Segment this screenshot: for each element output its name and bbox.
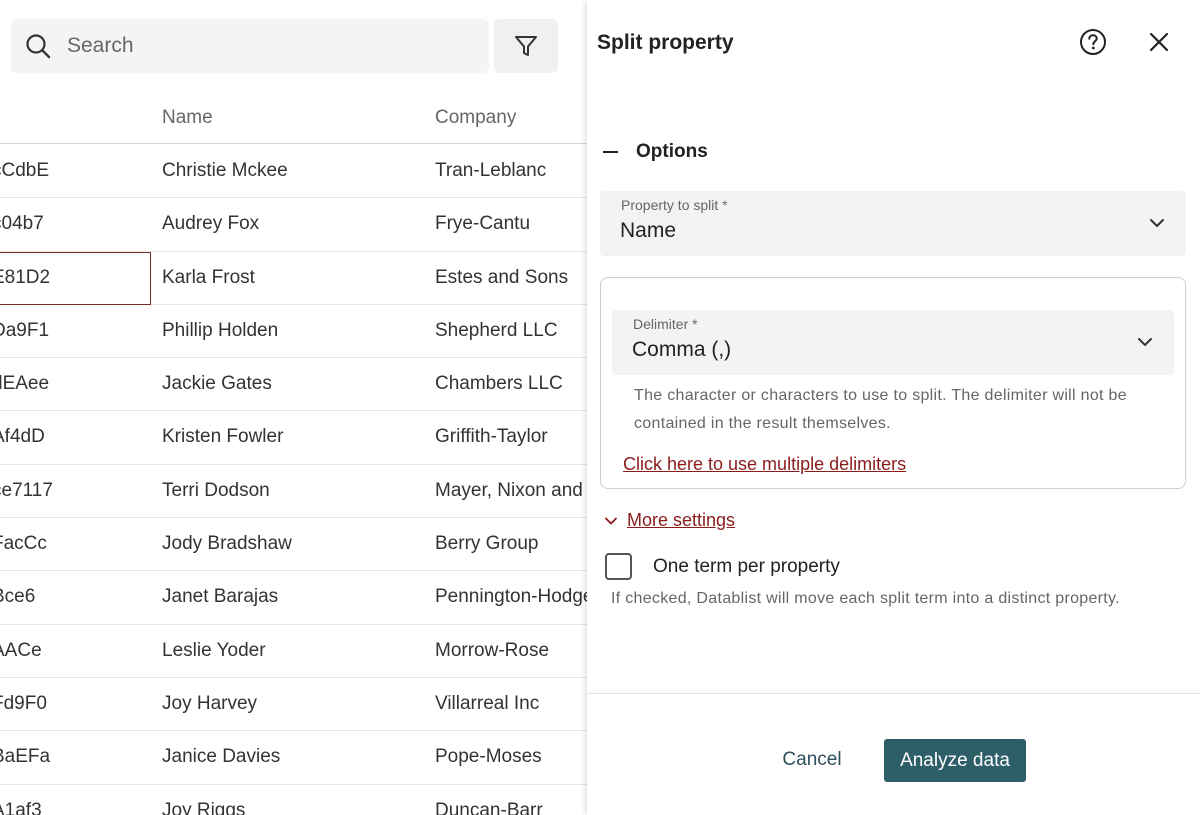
panel-title: Split property	[597, 31, 734, 54]
column-header-name[interactable]: Name	[162, 107, 213, 129]
cell-name[interactable]: Joy Riggs	[162, 800, 245, 815]
cell-id[interactable]: BaEFa	[0, 746, 150, 768]
cell-company[interactable]: Shepherd LLC	[435, 320, 558, 342]
cell-name[interactable]: Janice Davies	[162, 746, 280, 768]
cell-company[interactable]: Griffith-Taylor	[435, 426, 548, 448]
cell-id[interactable]: Af4dD	[0, 426, 150, 448]
cell-id[interactable]: FacCc	[0, 533, 150, 555]
cell-id[interactable]: Bce6	[0, 586, 150, 608]
one-term-checkbox[interactable]	[605, 553, 632, 580]
cell-name[interactable]: Jackie Gates	[162, 373, 272, 395]
cell-id[interactable]: E81D2	[0, 267, 150, 289]
cell-name[interactable]: Kristen Fowler	[162, 426, 283, 448]
cell-name[interactable]: Audrey Fox	[162, 213, 259, 235]
cell-name[interactable]: Joy Harvey	[162, 693, 257, 715]
table-row[interactable]: ce7117 Terri Dodson Mayer, Nixon and	[0, 465, 588, 519]
close-icon[interactable]	[1147, 30, 1171, 54]
chevron-down-icon	[1138, 338, 1152, 346]
delimiter-group: Delimiter * Comma (,) The character or c…	[600, 277, 1186, 489]
property-to-split-select[interactable]: Property to split * Name	[600, 191, 1186, 256]
cell-company[interactable]: Morrow-Rose	[435, 640, 549, 662]
delimiter-select-value: Comma (,)	[632, 338, 732, 361]
split-property-panel: Split property Options Property to split…	[587, 0, 1200, 815]
help-icon[interactable]	[1078, 27, 1108, 57]
table-body: cCdbE Christie Mckee Tran-Leblanc c04b7 Audr…	[0, 145, 588, 815]
delimiter-help-text: The character or characters to use to sp…	[634, 387, 1127, 432]
cell-name[interactable]: Phillip Holden	[162, 320, 278, 342]
table-row[interactable]: Da9F1 Phillip Holden Shepherd LLC	[0, 305, 588, 359]
table-row[interactable]: c04b7 Audrey Fox Frye-Cantu	[0, 198, 588, 252]
table-row[interactable]: FacCc Jody Bradshaw Berry Group	[0, 518, 588, 572]
cell-name[interactable]: Jody Bradshaw	[162, 533, 292, 555]
property-select-value: Name	[620, 219, 677, 242]
cell-id[interactable]: Da9F1	[0, 320, 150, 342]
delimiter-select-label: Delimiter *	[633, 316, 698, 332]
more-settings-toggle[interactable]: More settings	[604, 510, 735, 531]
table-header: Name Company	[0, 92, 588, 144]
table-row[interactable]: cCdbE Christie Mckee Tran-Leblanc	[0, 145, 588, 199]
cell-name[interactable]: Leslie Yoder	[162, 640, 266, 662]
table-row[interactable]: Fd9F0 Joy Harvey Villarreal Inc	[0, 678, 588, 732]
property-select-label: Property to split *	[621, 197, 728, 213]
table-row[interactable]: Bce6 Janet Barajas Pennington-Hodge	[0, 571, 588, 625]
chevron-down-icon	[1150, 219, 1164, 227]
filter-icon	[515, 36, 537, 56]
cell-id[interactable]: Fd9F0	[0, 693, 150, 715]
one-term-help-text: If checked, Datablist will move each spl…	[611, 590, 1120, 607]
cell-id[interactable]: ce7117	[0, 480, 150, 502]
table-row[interactable]: A1af3 Joy Riggs Duncan-Barr	[0, 785, 588, 815]
column-header-company[interactable]: Company	[435, 107, 516, 129]
cell-company[interactable]: Mayer, Nixon and	[435, 480, 583, 502]
panel-footer: Cancel Analyze data	[587, 693, 1200, 815]
cell-company[interactable]: Pennington-Hodge	[435, 586, 588, 608]
cell-name[interactable]: Terri Dodson	[162, 480, 270, 502]
app: Name Company cCdbE Christie Mckee Tran-Leb…	[0, 0, 1200, 815]
cell-company[interactable]: Frye-Cantu	[435, 213, 530, 235]
search-bar[interactable]	[11, 19, 489, 73]
cell-id[interactable]: A1af3	[0, 800, 150, 815]
cell-id[interactable]: c04b7	[0, 213, 150, 235]
one-term-label: One term per property	[653, 555, 840, 577]
more-settings-label: More settings	[627, 510, 736, 530]
cell-company[interactable]: Berry Group	[435, 533, 538, 555]
cell-company[interactable]: Tran-Leblanc	[435, 160, 546, 182]
cell-company[interactable]: Pope-Moses	[435, 746, 542, 768]
collapse-icon	[603, 151, 618, 153]
cell-company[interactable]: Villarreal Inc	[435, 693, 539, 715]
one-term-per-property-option[interactable]: One term per property	[605, 553, 840, 580]
cell-company[interactable]: Chambers LLC	[435, 373, 563, 395]
cell-name[interactable]: Karla Frost	[162, 267, 255, 289]
table-row[interactable]: dEAee Jackie Gates Chambers LLC	[0, 358, 588, 412]
cell-name[interactable]: Christie Mckee	[162, 160, 288, 182]
cell-company[interactable]: Duncan-Barr	[435, 800, 543, 815]
data-table-area: Name Company cCdbE Christie Mckee Tran-Leb…	[0, 0, 588, 815]
options-section-toggle[interactable]: Options	[603, 141, 708, 163]
table-row[interactable]: E81D2 Karla Frost Estes and Sons	[0, 251, 588, 305]
cell-name[interactable]: Janet Barajas	[162, 586, 278, 608]
search-input[interactable]	[67, 34, 447, 58]
delimiter-select[interactable]: Delimiter * Comma (,)	[612, 310, 1174, 375]
multiple-delimiters-link[interactable]: Click here to use multiple delimiters	[623, 454, 906, 475]
cell-id[interactable]: dEAee	[0, 373, 150, 395]
table-row[interactable]: AACe Leslie Yoder Morrow-Rose	[0, 625, 588, 678]
cell-id[interactable]: cCdbE	[0, 160, 150, 182]
analyze-data-button[interactable]: Analyze data	[884, 739, 1026, 782]
options-section-label: Options	[636, 141, 708, 162]
filter-button[interactable]	[494, 19, 558, 73]
table-row[interactable]: BaEFa Janice Davies Pope-Moses	[0, 731, 588, 785]
cell-id[interactable]: AACe	[0, 640, 150, 662]
cell-company[interactable]: Estes and Sons	[435, 267, 568, 289]
table-row[interactable]: Af4dD Kristen Fowler Griffith-Taylor	[0, 411, 588, 465]
cancel-button[interactable]: Cancel	[762, 738, 862, 782]
search-icon	[26, 34, 51, 59]
chevron-down-icon	[605, 517, 617, 524]
